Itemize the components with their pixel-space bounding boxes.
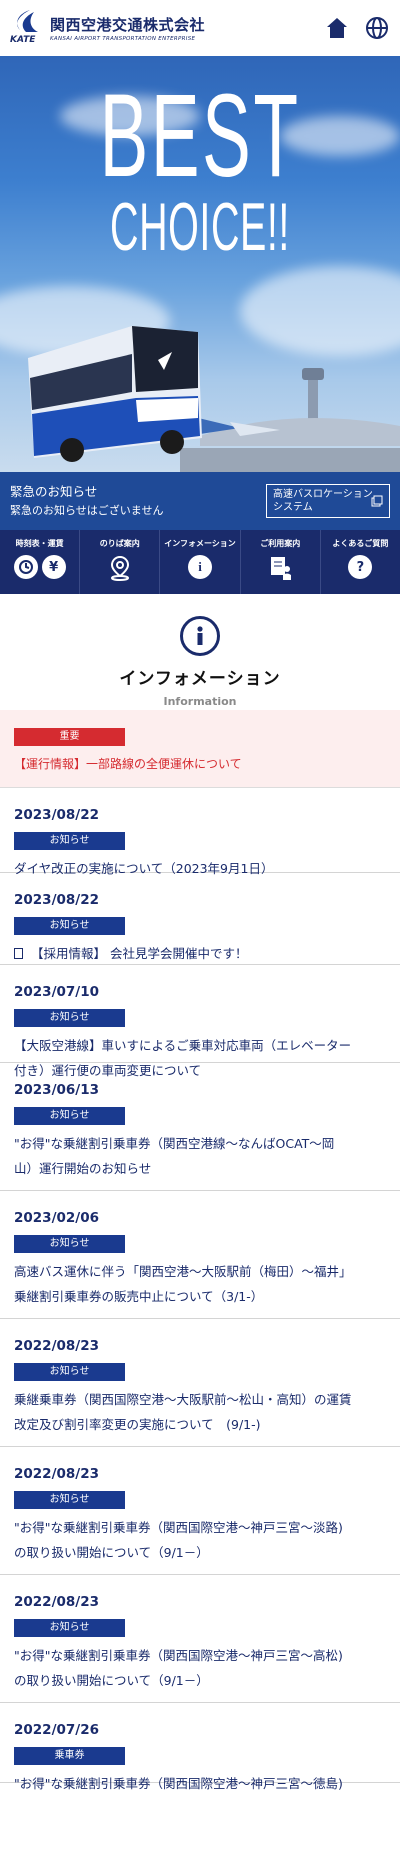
info-icon bbox=[180, 616, 220, 656]
news-title-line: の取り扱い開始について（9/1－） bbox=[14, 1545, 209, 1560]
question-icon: ? bbox=[348, 555, 373, 579]
news-title-link[interactable]: 乗継乗車券（関西国際空港～大阪駅前～松山・高知）の運賃 改定及び割引率変更の実施に… bbox=[14, 1387, 386, 1437]
kate-logo-mark: KATE bbox=[10, 8, 44, 48]
important-notice: 重要 【運行情報】一部路線の全便運休について bbox=[0, 710, 400, 788]
bus-illustration bbox=[28, 326, 202, 462]
document-icon bbox=[14, 948, 23, 959]
main-nav: 時刻表・運賃 ¥ のりば案内 インフォメーション i ご利用案内 よくあるご質問… bbox=[0, 530, 400, 594]
news-title-link[interactable]: "お得"な乗継割引乗車券（関西空港線～なんばOCAT～岡 山）運行開始のお知らせ bbox=[14, 1131, 386, 1181]
news-category-badge: お知らせ bbox=[14, 1009, 125, 1027]
news-item: 2022/07/26 乗車券 "お得"な乗継割引乗車券（関西国際空港～神戸三宮～徳島… bbox=[0, 1703, 400, 1791]
news-date: 2023/08/22 bbox=[14, 807, 100, 823]
news-date: 2022/07/26 bbox=[14, 1722, 100, 1738]
news-title-line: 乗継乗車券（関西国際空港～大阪駅前～松山・高知）の運賃 bbox=[14, 1392, 352, 1407]
nav-information[interactable]: インフォメーション i bbox=[160, 530, 241, 594]
news-category-badge: お知らせ bbox=[14, 917, 125, 935]
hero-headline-choice: CHOICE!! bbox=[110, 189, 290, 265]
news-date: 2023/06/13 bbox=[14, 1082, 100, 1098]
company-name-en: KANSAI AIRPORT TRANSPORTATION ENTERPRISE bbox=[50, 36, 196, 42]
nav-usage-guide[interactable]: ご利用案内 bbox=[241, 530, 321, 594]
news-title-line: 山）運行開始のお知らせ bbox=[14, 1161, 152, 1176]
important-notice-link[interactable]: 【運行情報】一部路線の全便運休について bbox=[14, 755, 386, 772]
nav-label: のりば案内 bbox=[99, 539, 140, 548]
hero-headline-best: BEST bbox=[99, 70, 301, 202]
clock-icon bbox=[13, 555, 38, 579]
news-title-link[interactable]: 高速バス運休に伴う「関西空港～大阪駅前（梅田）～福井」 乗継割引乗車券の販売中止に… bbox=[14, 1259, 386, 1309]
section-subtitle: Information bbox=[163, 695, 237, 708]
news-item: 2022/08/23 お知らせ乗継乗車券（関西国際空港～大阪駅前～松山・高知）の運… bbox=[0, 1319, 400, 1447]
bus-location-label-line2: システム bbox=[273, 502, 313, 513]
nav-label: ご利用案内 bbox=[260, 539, 301, 548]
nav-faq[interactable]: よくあるご質問 ? bbox=[321, 530, 400, 594]
news-title-line: "お得"な乗継割引乗車券（関西国際空港～神戸三宮～高松) bbox=[14, 1648, 343, 1663]
bus-location-system-button[interactable]: 高速バスロケーション システム bbox=[266, 484, 390, 518]
news-title-line: 高速バス運休に伴う「関西空港～大阪駅前（梅田）～福井」 bbox=[14, 1264, 352, 1279]
news-title-line: 改定及び割引率変更の実施について (9/1-) bbox=[14, 1417, 261, 1432]
news-title-link[interactable]: "お得"な乗継割引乗車券（関西国際空港～神戸三宮～高松) の取り扱い開始について（… bbox=[14, 1643, 386, 1693]
nav-label: インフォメーション bbox=[164, 539, 236, 548]
news-date: 2023/08/22 bbox=[14, 892, 100, 908]
news-category-badge: 乗車券 bbox=[14, 1747, 125, 1765]
logo-abbr: KATE bbox=[10, 35, 36, 45]
news-category-badge: お知らせ bbox=[14, 1107, 125, 1125]
information-section-header: インフォメーション Information bbox=[0, 594, 400, 710]
important-badge: 重要 bbox=[14, 728, 125, 746]
news-title-line: 【採用情報】 会社見学会開催中です！ bbox=[31, 946, 248, 961]
news-item: 2023/07/10 お知らせ【大阪空港線】車いすによるご乗車対応車両（エレベータ… bbox=[0, 965, 400, 1078]
nav-timetable-fares[interactable]: 時刻表・運賃 ¥ bbox=[0, 530, 81, 594]
emergency-notice-bar: 緊急のお知らせ 緊急のお知らせはございません 高速バスロケーション システム bbox=[0, 472, 400, 530]
news-item: 2022/08/23 お知らせ "お得"な乗継割引乗車券（関西国際空港～神戸三宮～淡… bbox=[0, 1447, 400, 1575]
news-item: 2023/08/22 お知らせ ダイヤ改正の実施について（2023年9月1日） bbox=[0, 788, 400, 876]
news-title-line: "お得"な乗継割引乗車券（関西国際空港～神戸三宮～淡路) bbox=[14, 1520, 343, 1535]
bus-location-label-line1: 高速バスロケーション bbox=[273, 489, 373, 500]
hero-banner: BEST CHOICE!! bbox=[0, 56, 400, 472]
news-title-link[interactable]: "お得"な乗継割引乗車券（関西国際空港～神戸三宮～徳島) bbox=[14, 1771, 386, 1796]
nav-label: 時刻表・運賃 bbox=[15, 539, 64, 548]
airport-illustration bbox=[180, 368, 400, 472]
site-header: KATE 関西空港交通株式会社 KANSAI AIRPORT TRANSPORT… bbox=[0, 0, 400, 56]
globe-icon[interactable] bbox=[364, 15, 390, 41]
emergency-notice-body: 緊急のお知らせはございません bbox=[10, 504, 164, 517]
news-title-link[interactable]: "お得"な乗継割引乗車券（関西国際空港～神戸三宮～淡路) の取り扱い開始について（… bbox=[14, 1515, 386, 1565]
news-item: 2023/02/06 お知らせ高速バス運休に伴う「関西空港～大阪駅前（梅田）～福井… bbox=[0, 1191, 400, 1319]
news-category-badge: お知らせ bbox=[14, 1363, 125, 1381]
company-logo[interactable]: KATE 関西空港交通株式会社 KANSAI AIRPORT TRANSPORT… bbox=[10, 8, 205, 48]
news-list: 2023/08/22 お知らせ ダイヤ改正の実施について（2023年9月1日） 202… bbox=[0, 788, 400, 1791]
news-category-badge: お知らせ bbox=[14, 1235, 125, 1253]
news-title-line: 乗継割引乗車券の販売中止について（3/1-） bbox=[14, 1289, 264, 1304]
news-title-line: 【大阪空港線】車いすによるご乗車対応車両（エレベーター bbox=[14, 1038, 352, 1053]
nav-label: よくあるご質問 bbox=[332, 539, 389, 548]
news-category-badge: お知らせ bbox=[14, 1619, 125, 1637]
news-title-line: "お得"な乗継割引乗車券（関西国際空港～神戸三宮～徳島) bbox=[14, 1776, 343, 1791]
news-category-badge: お知らせ bbox=[14, 1491, 125, 1509]
news-title-line: の取り扱い開始について（9/1－） bbox=[14, 1673, 209, 1688]
news-date: 2022/08/23 bbox=[14, 1338, 100, 1354]
news-date: 2023/07/10 bbox=[14, 984, 100, 1000]
news-date: 2022/08/23 bbox=[14, 1466, 100, 1482]
news-date: 2022/08/23 bbox=[14, 1594, 100, 1610]
news-category-badge: お知らせ bbox=[14, 832, 125, 850]
home-icon[interactable] bbox=[324, 15, 350, 41]
news-date: 2023/02/06 bbox=[14, 1210, 100, 1226]
company-name: 関西空港交通株式会社 bbox=[50, 16, 206, 34]
news-item: 2022/08/23 お知らせ "お得"な乗継割引乗車券（関西国際空港～神戸三宮～高… bbox=[0, 1575, 400, 1703]
section-title: インフォメーション bbox=[119, 669, 281, 689]
news-title-line: "お得"な乗継割引乗車券（関西空港線～なんばOCAT～岡 bbox=[14, 1136, 335, 1151]
news-item: 2023/08/22 お知らせ【採用情報】 会社見学会開催中です！ bbox=[0, 873, 400, 965]
emergency-notice-title: 緊急のお知らせ bbox=[10, 484, 98, 499]
nav-boarding-guide[interactable]: のりば案内 bbox=[80, 530, 161, 594]
map-pin-icon bbox=[108, 555, 132, 585]
yen-icon: ¥ bbox=[41, 555, 66, 579]
guide-icon bbox=[267, 555, 293, 585]
news-title-link[interactable]: 【採用情報】 会社見学会開催中です！ bbox=[14, 941, 386, 966]
info-icon: i bbox=[188, 555, 212, 579]
external-link-icon bbox=[371, 495, 383, 511]
